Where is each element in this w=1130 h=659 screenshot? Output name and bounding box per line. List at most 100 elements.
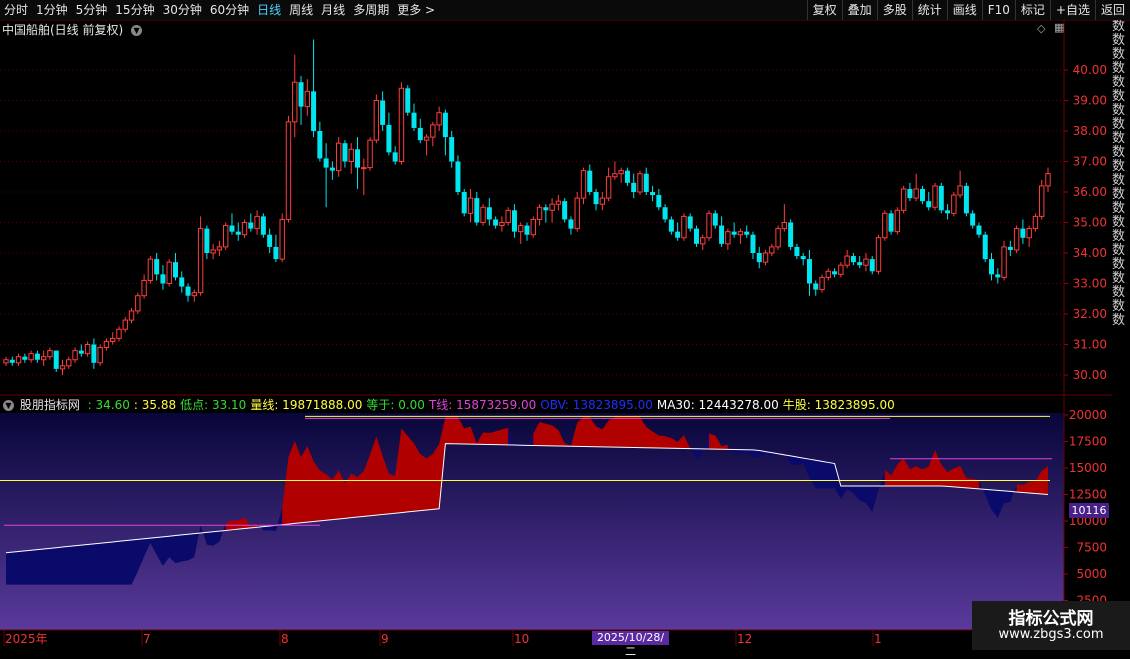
candle bbox=[135, 292, 141, 314]
indicator-value-4: 等于: 0.00 bbox=[366, 398, 425, 412]
candle-body bbox=[1001, 246, 1007, 278]
tab-8[interactable]: 月线 bbox=[321, 2, 345, 18]
candle bbox=[154, 253, 160, 281]
candle bbox=[97, 344, 103, 366]
candle bbox=[587, 164, 593, 196]
candle-body bbox=[568, 219, 574, 229]
candle bbox=[122, 317, 128, 333]
candle-body bbox=[951, 194, 957, 214]
candle bbox=[361, 158, 367, 196]
date-axis: 2025年 7 8 9 10 12 1 bbox=[0, 629, 1064, 646]
candle-body bbox=[317, 131, 323, 159]
candle bbox=[9, 356, 15, 366]
tab-5[interactable]: 60分钟 bbox=[210, 2, 249, 18]
chart-canvas[interactable]: 40.00 39.00 38.00 37.00 36.00 35.00 34.00 33.00… bbox=[0, 20, 1112, 650]
candle bbox=[493, 216, 499, 229]
candle-body bbox=[813, 283, 819, 290]
toolbar-button-6[interactable]: 标记 bbox=[1014, 0, 1050, 20]
toolbar-button-5[interactable]: F10 bbox=[981, 0, 1015, 20]
price-tick-label: 31.00 bbox=[1073, 338, 1107, 352]
tab-6[interactable]: 日线 bbox=[257, 2, 281, 18]
candle-body bbox=[1045, 173, 1051, 187]
date-label: 7 bbox=[143, 632, 151, 646]
candle bbox=[788, 219, 794, 250]
toolbar-button-7[interactable]: +自选 bbox=[1049, 0, 1095, 20]
candle-body bbox=[72, 350, 78, 361]
side-char: 数 bbox=[1112, 201, 1126, 216]
tab-0[interactable]: 分时 bbox=[4, 2, 28, 18]
toolbar-button-1[interactable]: 叠加 bbox=[841, 0, 877, 20]
candle-body bbox=[605, 176, 612, 199]
candle bbox=[254, 210, 260, 235]
candle-body bbox=[850, 256, 856, 263]
candle-body bbox=[480, 206, 486, 223]
candle-body bbox=[40, 356, 47, 361]
candle bbox=[311, 39, 317, 138]
candle bbox=[405, 85, 411, 116]
tab-10[interactable]: 更多 > bbox=[397, 2, 435, 18]
chevron-down-icon[interactable]: ▼ bbox=[3, 400, 14, 411]
candle bbox=[380, 91, 386, 131]
candle-body bbox=[122, 319, 128, 330]
indicator-values: : 34.60: 35.88 低点: 33.10 量线: 19871888.00 等于… bbox=[88, 398, 899, 412]
candle bbox=[530, 216, 536, 238]
candle-body bbox=[806, 259, 812, 284]
toolbar-button-3[interactable]: 统计 bbox=[911, 0, 947, 20]
candle bbox=[442, 109, 448, 156]
candle-body bbox=[612, 173, 618, 178]
side-info-column: 数数数数数数数数数数数数数数数数数数数数数数 bbox=[1112, 20, 1130, 630]
candle bbox=[78, 344, 84, 357]
side-char: 数 bbox=[1112, 299, 1126, 314]
candle-body bbox=[838, 264, 844, 275]
indicator-value-7: MA30: 12443278.00 bbox=[656, 398, 779, 412]
candle bbox=[15, 353, 22, 366]
candle-body bbox=[323, 158, 329, 168]
candle bbox=[580, 167, 587, 205]
tab-3[interactable]: 15分钟 bbox=[115, 2, 154, 18]
candle-body bbox=[355, 149, 361, 168]
candle-body bbox=[706, 212, 712, 239]
toolbar-button-8[interactable]: 返回 bbox=[1094, 0, 1130, 20]
candle bbox=[1013, 225, 1020, 253]
indicator-value-0: : 34.60 bbox=[87, 398, 130, 412]
candle-body bbox=[926, 201, 932, 208]
toolbar-button-0[interactable]: 复权 bbox=[806, 0, 842, 20]
tab-4[interactable]: 30分钟 bbox=[163, 2, 202, 18]
candle bbox=[505, 207, 511, 226]
candle bbox=[367, 137, 373, 171]
side-char: 数 bbox=[1112, 187, 1126, 202]
candle bbox=[744, 225, 750, 238]
candle-body bbox=[229, 225, 235, 232]
candle-body bbox=[662, 207, 668, 220]
candle bbox=[335, 137, 342, 177]
candle-body bbox=[844, 255, 850, 266]
candle bbox=[116, 326, 122, 342]
candle-body bbox=[455, 161, 461, 192]
candle-body bbox=[762, 252, 769, 263]
tab-1[interactable]: 1分钟 bbox=[36, 2, 68, 18]
candle-body bbox=[624, 170, 630, 183]
indicator-tick-label: 12500 bbox=[1069, 488, 1107, 502]
tab-2[interactable]: 5分钟 bbox=[76, 2, 108, 18]
toolbar-button-2[interactable]: 多股 bbox=[876, 0, 912, 20]
candle bbox=[668, 216, 674, 235]
candle-body bbox=[423, 136, 430, 141]
candle-body bbox=[411, 112, 417, 128]
candle bbox=[34, 350, 40, 363]
tab-9[interactable]: 多周期 bbox=[353, 2, 389, 18]
candle bbox=[141, 274, 147, 299]
candle bbox=[650, 185, 656, 202]
side-char: 数 bbox=[1112, 131, 1126, 146]
candle bbox=[22, 353, 28, 363]
date-label: 8 bbox=[281, 632, 289, 646]
indicator-tick-label: 15000 bbox=[1069, 461, 1107, 475]
candle-body bbox=[932, 185, 938, 208]
candle-body bbox=[505, 209, 511, 224]
tab-7[interactable]: 周线 bbox=[289, 2, 313, 18]
toolbar-button-4[interactable]: 画线 bbox=[946, 0, 982, 20]
candle-body bbox=[110, 337, 116, 342]
candle bbox=[951, 192, 957, 217]
candle-body bbox=[580, 170, 587, 199]
candle bbox=[888, 210, 894, 235]
candle-body bbox=[128, 310, 135, 321]
